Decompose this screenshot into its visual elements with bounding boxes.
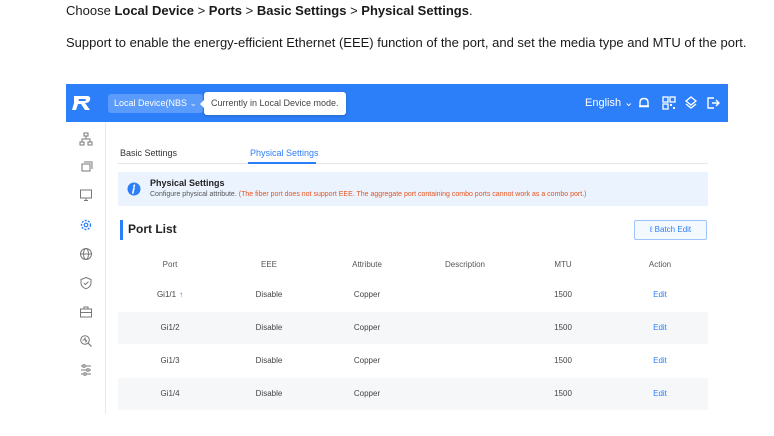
shield-icon[interactable]: [79, 276, 93, 290]
sidebar: [66, 122, 106, 414]
notice-title: Physical Settings: [150, 178, 225, 188]
choose-text: Choose: [66, 3, 111, 18]
path-basic-settings: Basic Settings: [256, 3, 347, 18]
path-ports: Ports: [208, 3, 243, 18]
uplink-arrow-icon: ↑: [179, 290, 184, 299]
tab-physical-settings[interactable]: Physical Settings: [250, 148, 319, 158]
globe-icon[interactable]: [79, 247, 93, 261]
mtu-cell: 1500: [554, 290, 572, 299]
port-cell: Gi1/4: [160, 389, 180, 398]
qr-code-icon[interactable]: [661, 95, 677, 111]
network-icon[interactable]: [683, 95, 699, 111]
edit-link[interactable]: Edit: [653, 290, 667, 299]
path-physical-settings: Physical Settings: [361, 3, 469, 18]
table-row: Gi1/4 Disable Copper 1500 Edit: [118, 378, 708, 410]
column-header-action: Action: [648, 260, 672, 269]
column-header-eee: EEE: [260, 260, 278, 269]
topology-icon[interactable]: [79, 132, 93, 146]
bell-icon[interactable]: [636, 95, 652, 111]
local-device-dropdown[interactable]: Local Device(NBS ⌄: [108, 94, 204, 113]
port-list-title: Port List: [128, 222, 177, 236]
ruijie-logo: [72, 96, 91, 110]
description-paragraph: Support to enable the energy-efficient E…: [66, 35, 747, 50]
top-bar: Local Device(NBS ⌄ Currently in Local De…: [66, 84, 728, 122]
tab-bar: Basic Settings Physical Settings: [118, 142, 708, 164]
port-cell: Gi1/2: [160, 323, 180, 332]
diagnostics-icon[interactable]: [79, 334, 93, 348]
period: .: [468, 3, 473, 18]
language-dropdown[interactable]: English ⌄: [585, 96, 633, 109]
app-window: Local Device(NBS ⌄ Currently in Local De…: [66, 84, 728, 414]
eee-cell: Disable: [255, 356, 283, 365]
attribute-cell: Copper: [353, 389, 381, 398]
monitor-icon[interactable]: [79, 188, 93, 202]
path-separator: >: [350, 3, 358, 18]
devices-icon[interactable]: [79, 160, 93, 174]
eee-cell: Disable: [255, 389, 283, 398]
column-header-attribute: Attribute: [352, 260, 382, 269]
column-header-mtu: MTU: [554, 260, 572, 269]
notice-warning: (The fiber port does not support EEE. Th…: [238, 191, 587, 198]
batch-edit-button[interactable]: ℓ Batch Edit: [634, 220, 707, 240]
instruction-line: Choose Local Device > Ports > Basic Sett…: [66, 3, 473, 18]
port-cell: Gi1/1 ↑: [156, 290, 184, 299]
path-local-device: Local Device: [114, 3, 194, 18]
edit-link[interactable]: Edit: [653, 356, 667, 365]
path-separator: >: [245, 3, 254, 18]
mode-tooltip: Currently in Local Device mode.: [200, 92, 346, 115]
column-header-port: Port: [162, 260, 178, 269]
chevron-down-icon: ⌄: [624, 97, 634, 109]
notice-description: Configure physical attribute. (The fiber…: [150, 191, 587, 198]
mtu-cell: 1500: [554, 389, 572, 398]
table-row: Gi1/2 Disable Copper 1500 Edit: [118, 312, 708, 344]
sliders-icon[interactable]: [79, 363, 93, 377]
eee-cell: Disable: [255, 323, 283, 332]
mtu-cell: 1500: [554, 323, 572, 332]
mtu-cell: 1500: [554, 356, 572, 365]
attribute-cell: Copper: [353, 290, 381, 299]
attribute-cell: Copper: [353, 323, 381, 332]
tab-basic-settings[interactable]: Basic Settings: [120, 148, 177, 158]
edit-icon: ℓ: [649, 225, 653, 234]
active-tab-indicator: [248, 162, 316, 164]
info-icon: [127, 182, 141, 196]
table-row: Gi1/1 ↑ Disable Copper 1500 Edit: [118, 279, 708, 311]
eee-cell: Disable: [255, 290, 283, 299]
briefcase-icon[interactable]: [79, 305, 93, 319]
settings-icon[interactable]: [79, 218, 93, 232]
info-notice: Physical Settings Configure physical att…: [118, 172, 708, 206]
logout-icon[interactable]: [705, 95, 721, 111]
path-separator: >: [197, 3, 206, 18]
attribute-cell: Copper: [353, 356, 381, 365]
column-header-description: Description: [444, 260, 486, 269]
port-cell: Gi1/3: [160, 356, 180, 365]
table-row: Gi1/3 Disable Copper 1500 Edit: [118, 345, 708, 377]
section-accent-bar: [120, 220, 123, 240]
edit-link[interactable]: Edit: [653, 323, 667, 332]
edit-link[interactable]: Edit: [653, 389, 667, 398]
